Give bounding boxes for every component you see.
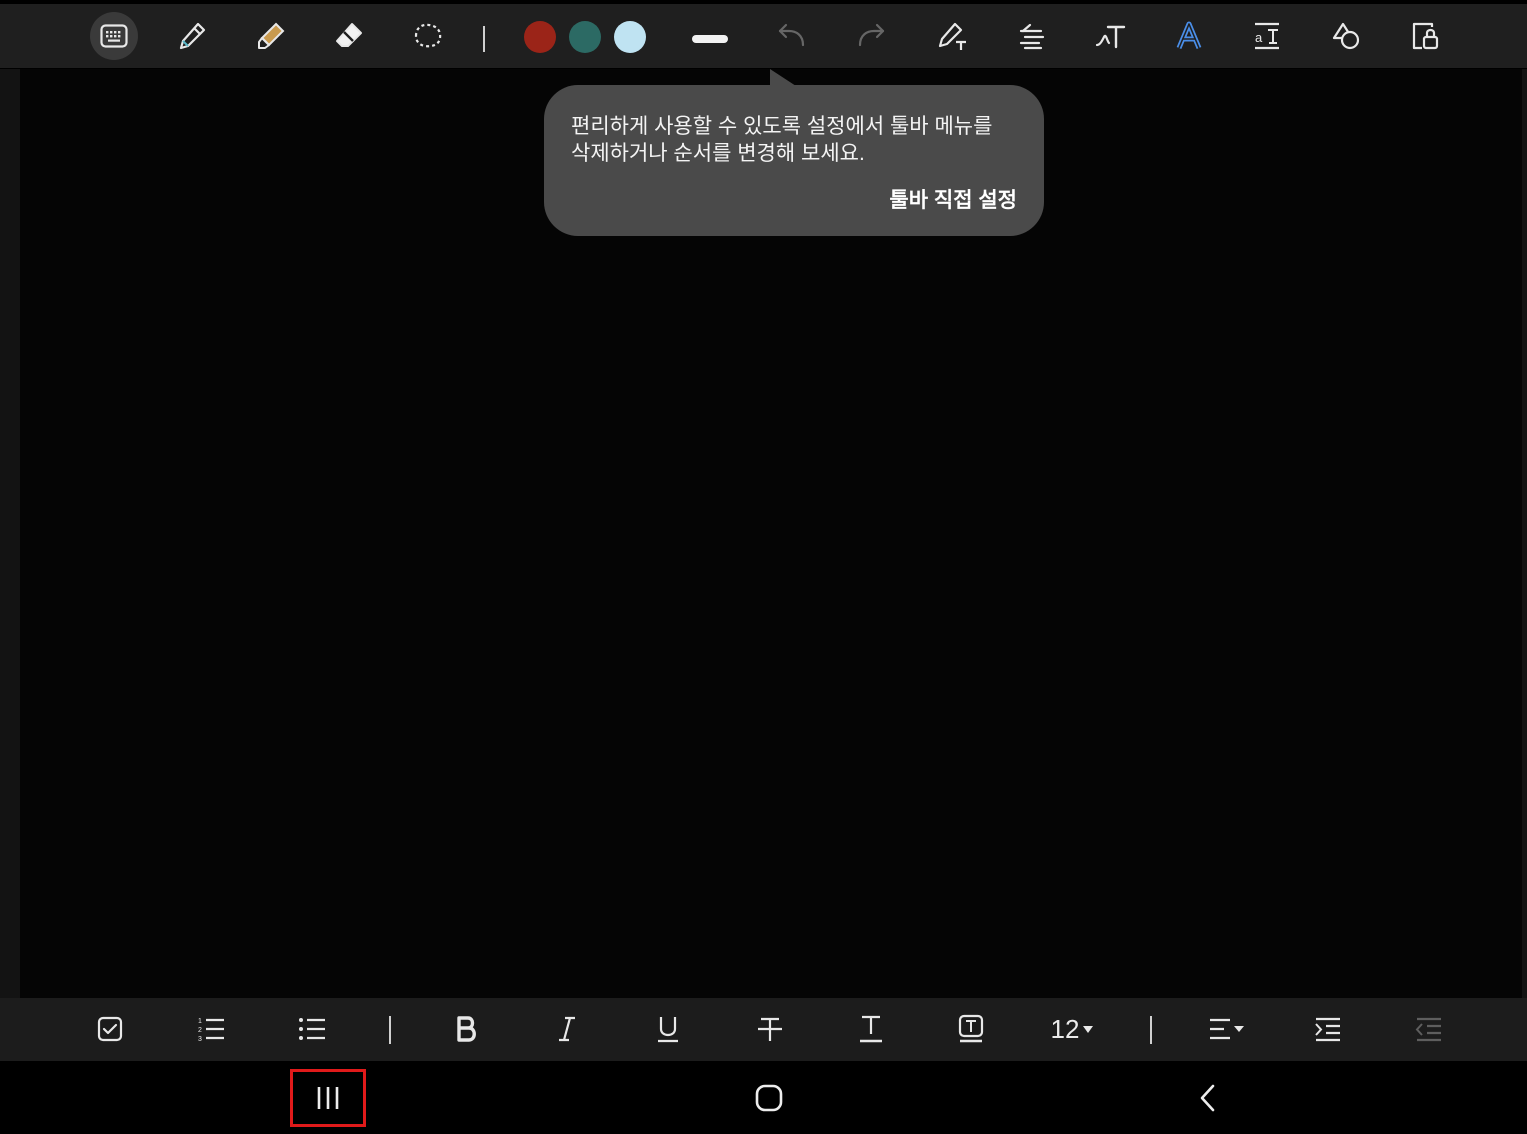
text-background-button[interactable] [948,1006,994,1052]
pen-icon [179,22,206,50]
customize-toolbar-link[interactable]: 툴바 직접 설정 [889,184,1017,214]
recent-apps-icon [317,1087,339,1109]
keyboard-button[interactable] [90,12,138,60]
outdent-icon [1415,1017,1441,1042]
shapes-icon [1332,22,1360,50]
svg-text:3: 3 [198,1036,202,1042]
svg-text:2: 2 [198,1027,202,1034]
back-icon [1200,1084,1215,1112]
underline-icon [658,1017,678,1043]
checkbox-button[interactable] [87,1006,133,1052]
font-size-value: 12 [1050,1013,1080,1044]
lasso-button[interactable] [404,12,452,60]
undo-icon [778,23,805,47]
indent-button[interactable] [1305,1006,1351,1052]
bold-icon [457,1016,476,1042]
redo-icon [858,23,885,47]
lasso-select-icon [414,23,442,48]
text-background-icon [958,1014,984,1043]
pen-button[interactable] [168,12,216,60]
bold-button[interactable] [444,1006,490,1052]
pen-thickness-button[interactable] [692,35,728,43]
bullet-list-button[interactable] [289,1006,335,1052]
lock-page-icon [1412,22,1439,50]
align-icon [1210,1018,1244,1040]
strikethrough-icon [758,1017,782,1041]
recent-apps-button[interactable] [290,1069,366,1127]
canvas-margin-left [0,69,20,998]
lock-page-button[interactable] [1401,12,1449,60]
highlighter-button[interactable] [247,12,295,60]
numbered-list-button[interactable]: 1 2 3 [188,1006,234,1052]
toolbar-tip-popup: 편리하게 사용할 수 있도록 설정에서 툴바 메뉴를 삭제하거나 순서를 변경해… [544,85,1044,236]
chevron-down-icon [1083,1025,1094,1033]
canvas-margin-right [1522,69,1527,998]
straighten-button[interactable] [1007,12,1055,60]
home-icon [755,1084,783,1112]
font-size-dropdown[interactable]: 12 [1042,1012,1102,1046]
italic-icon [559,1016,575,1042]
tooltip-message: 편리하게 사용할 수 있도록 설정에서 툴바 메뉴를 삭제하거나 순서를 변경해… [571,115,993,165]
checkbox-icon [97,1016,123,1042]
shapes-button[interactable] [1322,12,1370,60]
outdent-button[interactable] [1406,1006,1452,1052]
align-button[interactable] [1204,1006,1250,1052]
pen-to-text-button[interactable] [928,12,976,60]
italic-button[interactable] [544,1006,590,1052]
straighten-text-icon [1019,23,1045,50]
toolbar-divider [483,26,485,52]
tooltip-arrow [770,69,796,86]
keyboard-icon [100,24,128,48]
handwriting-text-icon [1095,25,1126,49]
indent-icon [1315,1017,1340,1042]
strikethrough-button[interactable] [747,1006,793,1052]
format-divider [389,1016,391,1044]
text-style-button[interactable] [1165,12,1213,60]
format-divider [1150,1016,1152,1044]
text-style-a-icon [1176,21,1202,49]
svg-text:1: 1 [198,1018,202,1025]
text-color-icon [860,1015,882,1043]
text-spacing-button[interactable]: a [1243,12,1291,60]
samsung-notes-screen: a 편리하게 사용할 수 있도록 설정에서 툴바 메뉴를 삭제하거나 순서를 변… [0,0,1527,1134]
color-swatch-red[interactable] [524,21,556,53]
pen-toolbar: a [0,4,1527,68]
numbered-list-icon: 1 2 3 [198,1018,224,1042]
handwriting-text-button[interactable] [1086,12,1134,60]
system-nav-bar [0,1061,1527,1134]
eraser-button[interactable] [325,12,373,60]
underline-button[interactable] [645,1006,691,1052]
back-button[interactable] [1170,1069,1246,1127]
home-button[interactable] [731,1069,807,1127]
text-format-toolbar: 123 12 [0,998,1527,1061]
color-swatch-light-blue[interactable] [614,21,646,53]
color-swatch-teal[interactable] [569,21,601,53]
text-color-button[interactable] [848,1006,894,1052]
redo-button[interactable] [848,12,896,60]
pen-to-text-icon [938,22,966,50]
highlighter-icon [258,22,285,49]
eraser-icon [336,23,362,47]
svg-text:a: a [1255,30,1263,45]
text-spacing-icon: a [1255,22,1279,50]
bullet-list-icon [299,1018,325,1040]
undo-button[interactable] [767,12,815,60]
